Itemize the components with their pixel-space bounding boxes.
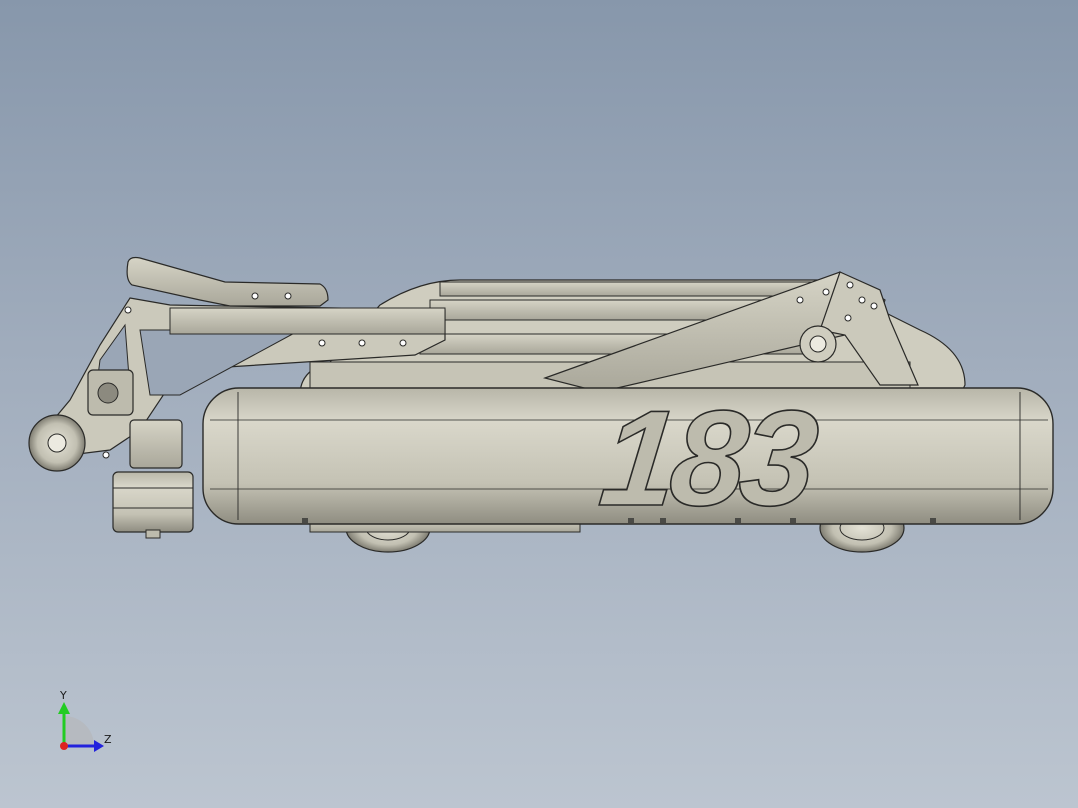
z-axis-arrow: [94, 740, 104, 752]
cad-graphics-area[interactable]: 183 Y Z: [0, 0, 1078, 808]
front-pulley: [799, 325, 837, 363]
intake-upper-bar: [169, 307, 446, 335]
coordinate-triad[interactable]: Y Z: [58, 689, 112, 752]
robot-model-side-view[interactable]: 183 Y Z: [0, 0, 1078, 808]
team-number: 183: [594, 382, 824, 534]
intake-roller: [28, 414, 86, 472]
intake-gearbox: [87, 369, 134, 416]
x-axis-dot: [60, 742, 68, 750]
upper-rail-1: [439, 281, 831, 297]
z-axis-label: Z: [104, 733, 112, 746]
intake-handle: [126, 256, 329, 307]
y-axis-label: Y: [59, 689, 67, 702]
y-axis-arrow: [58, 702, 70, 714]
